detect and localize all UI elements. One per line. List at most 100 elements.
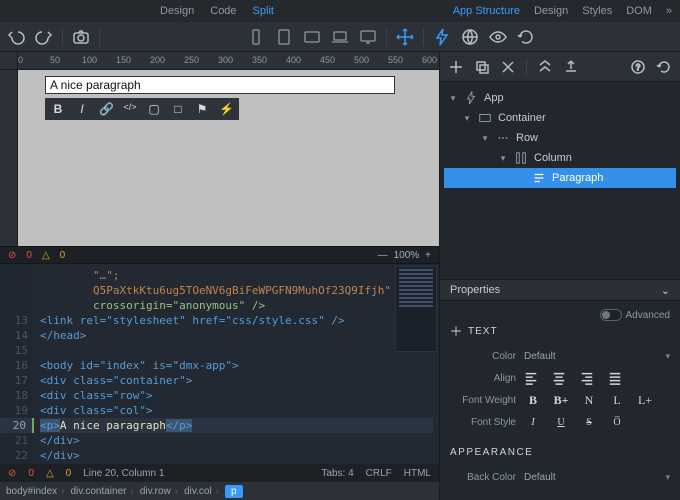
ruler-horizontal: 0 50 100 150 200 250 300 350 400 450 500… xyxy=(0,52,439,70)
svg-text:?: ? xyxy=(636,63,641,72)
move-icon[interactable] xyxy=(395,27,415,47)
flag-button[interactable]: ⚑ xyxy=(195,102,209,116)
outline-item-app[interactable]: ▾ App xyxy=(444,88,676,108)
design-canvas[interactable]: B I 🔗 </> ▢ □ ⚑ ⚡ xyxy=(18,70,439,246)
eye-icon[interactable] xyxy=(488,27,508,47)
align-center-button[interactable] xyxy=(552,371,570,385)
tab-code[interactable]: Code xyxy=(210,5,236,17)
weight-light-button[interactable]: L xyxy=(608,393,626,408)
ruler-tick: 550 xyxy=(388,55,403,65)
align-justify-button[interactable] xyxy=(608,371,626,385)
outline-label: Container xyxy=(498,112,546,124)
format-toolbar: B I 🔗 </> ▢ □ ⚑ ⚡ xyxy=(45,98,239,120)
align-left-button[interactable] xyxy=(524,371,542,385)
device-desktop-icon[interactable] xyxy=(358,27,378,47)
codeblock-button[interactable]: </> xyxy=(123,102,137,116)
camera-icon[interactable] xyxy=(71,27,91,47)
overflow-icon[interactable]: » xyxy=(666,5,672,17)
device-tablet-portrait-icon[interactable] xyxy=(274,27,294,47)
tab-dom[interactable]: DOM xyxy=(626,5,652,17)
ruler-tick: 100 xyxy=(82,55,97,65)
outline-item-row[interactable]: ▾ Row xyxy=(444,128,676,148)
weight-lighter-button[interactable]: L+ xyxy=(636,393,654,408)
box1-button[interactable]: ▢ xyxy=(147,102,161,116)
tab-split[interactable]: Split xyxy=(253,5,274,17)
outline-label: App xyxy=(484,92,504,104)
tab-design[interactable]: Design xyxy=(160,5,194,17)
style-underline-button[interactable]: U xyxy=(552,417,570,428)
breadcrumb-item[interactable]: div.col› xyxy=(184,486,219,497)
ruler-tick: 200 xyxy=(150,55,165,65)
properties-header[interactable]: Properties ⌄ xyxy=(440,279,680,301)
weight-bolder-button[interactable]: B+ xyxy=(552,393,570,408)
link-button[interactable]: 🔗 xyxy=(99,102,113,116)
minimap[interactable] xyxy=(395,266,437,352)
error-count-icon[interactable]: ⊘ xyxy=(8,250,16,261)
advanced-toggle[interactable] xyxy=(600,309,622,321)
duplicate-icon[interactable] xyxy=(474,59,490,75)
code-line: <body id="index" is="dmx-app"> xyxy=(40,358,433,373)
delete-icon[interactable] xyxy=(500,59,516,75)
eol-indicator[interactable]: CRLF xyxy=(366,468,392,479)
code-line: <link rel="stylesheet" href="css/style.c… xyxy=(40,313,433,328)
breadcrumb-item-current[interactable]: p xyxy=(225,485,243,498)
code-gutter: 13 14 15 16 17 18 19 20 21 22 23 xyxy=(0,264,34,464)
italic-button[interactable]: I xyxy=(75,102,89,116)
breadcrumb-item[interactable]: div.row› xyxy=(140,486,178,497)
tab-right-design[interactable]: Design xyxy=(534,5,568,17)
code-line: </div> xyxy=(40,433,433,448)
outline-label: Paragraph xyxy=(552,172,603,184)
bolt-icon[interactable] xyxy=(432,27,452,47)
style-italic-button[interactable]: I xyxy=(524,417,542,428)
outline-item-container[interactable]: ▾ Container xyxy=(444,108,676,128)
breadcrumb-item[interactable]: body#index› xyxy=(6,486,65,497)
move-up-icon[interactable] xyxy=(537,59,553,75)
redo-icon[interactable] xyxy=(34,27,54,47)
device-tablet-landscape-icon[interactable] xyxy=(302,27,322,47)
code-editor[interactable]: 13 14 15 16 17 18 19 20 21 22 23 "…"; Q5… xyxy=(0,264,439,464)
add-icon[interactable] xyxy=(448,59,464,75)
align-right-button[interactable] xyxy=(580,371,598,385)
device-laptop-icon[interactable] xyxy=(330,27,350,47)
code-footer: ⊘0 △0 Line 20, Column 1 Tabs: 4 CRLF HTM… xyxy=(0,464,439,482)
globe-icon[interactable] xyxy=(460,27,480,47)
breadcrumb-item[interactable]: div.container› xyxy=(71,486,134,497)
weight-normal-button[interactable]: N xyxy=(580,393,598,408)
warning-count-icon[interactable]: △ xyxy=(42,250,50,261)
panel-refresh-icon[interactable] xyxy=(656,59,672,75)
box2-button[interactable]: □ xyxy=(171,102,185,116)
code-error-count: 0 xyxy=(28,468,34,479)
ruler-tick: 400 xyxy=(286,55,301,65)
code-line xyxy=(40,343,433,358)
device-phone-icon[interactable] xyxy=(246,27,266,47)
warning-count: 0 xyxy=(60,250,66,261)
help-icon[interactable]: ? xyxy=(630,59,646,75)
zoom-level: 100% xyxy=(394,250,420,261)
font-weight-label: Font Weight xyxy=(450,395,516,406)
code-warning-icon[interactable]: △ xyxy=(46,468,54,479)
color-select[interactable]: Default▾ xyxy=(524,351,670,362)
export-icon[interactable] xyxy=(563,59,579,75)
undo-icon[interactable] xyxy=(6,27,26,47)
outline-item-paragraph[interactable]: Paragraph xyxy=(444,168,676,188)
refresh-icon[interactable] xyxy=(516,27,536,47)
breadcrumb: body#index› div.container› div.row› div.… xyxy=(0,482,439,500)
weight-bold-button[interactable]: B xyxy=(524,393,542,408)
code-error-icon[interactable]: ⊘ xyxy=(8,468,16,479)
bolt-button[interactable]: ⚡ xyxy=(219,102,233,116)
language-indicator[interactable]: HTML xyxy=(404,468,431,479)
bold-button[interactable]: B xyxy=(51,102,65,116)
tab-styles[interactable]: Styles xyxy=(582,5,612,17)
outline-item-column[interactable]: ▾ Column xyxy=(444,148,676,168)
back-color-select[interactable]: Default▾ xyxy=(524,472,670,483)
paragraph-editable[interactable] xyxy=(45,76,395,94)
bolt-icon xyxy=(464,91,478,105)
paragraph-icon xyxy=(532,171,546,185)
style-overline-button[interactable]: O̅ xyxy=(608,417,626,428)
zoom-out-button[interactable]: — xyxy=(378,250,388,261)
ruler-vertical xyxy=(0,70,18,246)
zoom-in-button[interactable]: + xyxy=(425,250,431,261)
style-strike-button[interactable]: S xyxy=(580,417,598,428)
tab-app-structure[interactable]: App Structure xyxy=(453,5,520,17)
tabs-label[interactable]: Tabs: 4 xyxy=(321,468,353,479)
